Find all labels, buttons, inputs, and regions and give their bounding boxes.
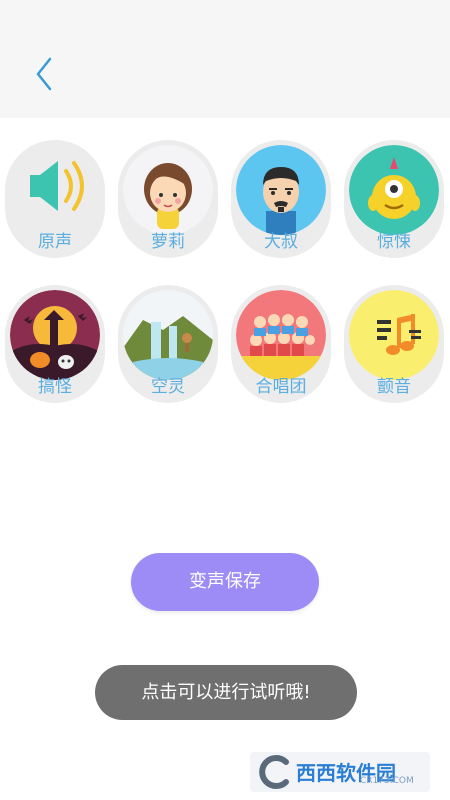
effect-choir[interactable]: 合唱团 [231,285,331,403]
effect-vibrato[interactable]: 颤音 [344,285,444,403]
uncle-avatar-icon [236,145,326,235]
effect-label: 大叔 [264,232,298,252]
effect-loli[interactable]: 萝莉 [118,140,218,258]
effect-horror[interactable]: 惊悚 [344,140,444,258]
toast-message: 点击可以进行试听哦! [95,665,357,720]
effect-label: 合唱团 [255,377,307,397]
effect-ethereal[interactable]: 空灵 [118,285,218,403]
music-note-icon [349,290,439,380]
back-button[interactable] [24,50,64,98]
effect-label: 惊悚 [377,232,411,252]
voice-effects-grid: 原声 萝莉 大叔 惊悚 搞怪 空灵 合唱团 颤音 [5,140,445,410]
header-bar [0,0,450,118]
effect-label: 颤音 [377,377,411,397]
effect-label: 原声 [38,232,72,252]
choir-icon [236,290,326,380]
girl-avatar-icon [123,145,213,235]
effect-label: 萝莉 [151,232,185,252]
effect-label: 搞怪 [38,377,72,397]
effect-original[interactable]: 原声 [5,140,105,258]
effect-uncle[interactable]: 大叔 [231,140,331,258]
halloween-icon [10,290,100,380]
speaker-icon [10,145,100,235]
chevron-left-icon [36,57,52,91]
monster-icon [349,145,439,235]
watermark-logo: 西西软件园 CR173.COM [250,752,430,792]
effect-funny[interactable]: 搞怪 [5,285,105,403]
effect-label: 空灵 [151,377,185,397]
watermark-sub: CR173.COM [360,776,414,786]
save-voice-button[interactable]: 变声保存 [131,553,319,611]
watermark-c-icon [259,755,289,789]
waterfall-icon [123,290,213,380]
